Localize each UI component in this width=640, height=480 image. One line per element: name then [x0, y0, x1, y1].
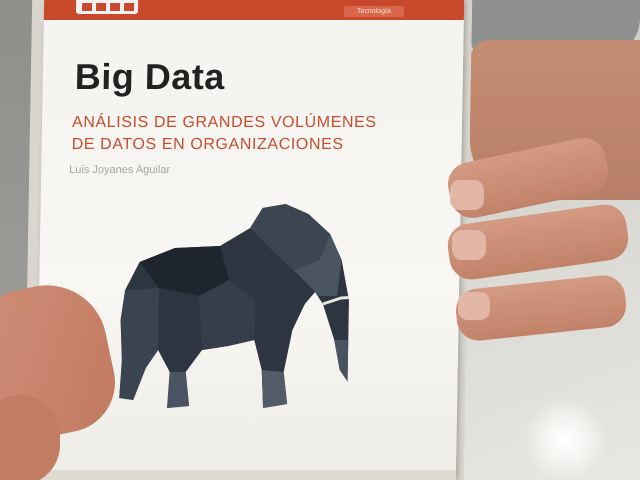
book-subtitle: ANÁLISIS DE GRANDES VOLÚMENES DE DATOS E…: [71, 112, 432, 156]
cover-bottom-edge: [35, 470, 456, 480]
right-nail-1: [450, 180, 484, 210]
subtitle-line-1: ANÁLISIS DE GRANDES VOLÚMENES: [71, 114, 377, 131]
light-glare: [520, 400, 610, 480]
book-author: Luis Joyanes Aguilar: [69, 164, 171, 176]
category-tag: Tecnología: [343, 6, 405, 17]
right-nail-3: [458, 292, 490, 320]
publisher-logo-icon: [75, 0, 139, 14]
book-title: Big Data: [74, 56, 226, 97]
elephant-icon: [119, 204, 351, 408]
cover-top-band: Tecnología: [43, 0, 465, 20]
right-nail-2: [452, 230, 486, 260]
subtitle-line-2: DE DATOS EN ORGANIZACIONES: [71, 136, 344, 153]
photo-scene: Tecnología Big Data ANÁLISIS DE GRANDES …: [0, 0, 640, 480]
